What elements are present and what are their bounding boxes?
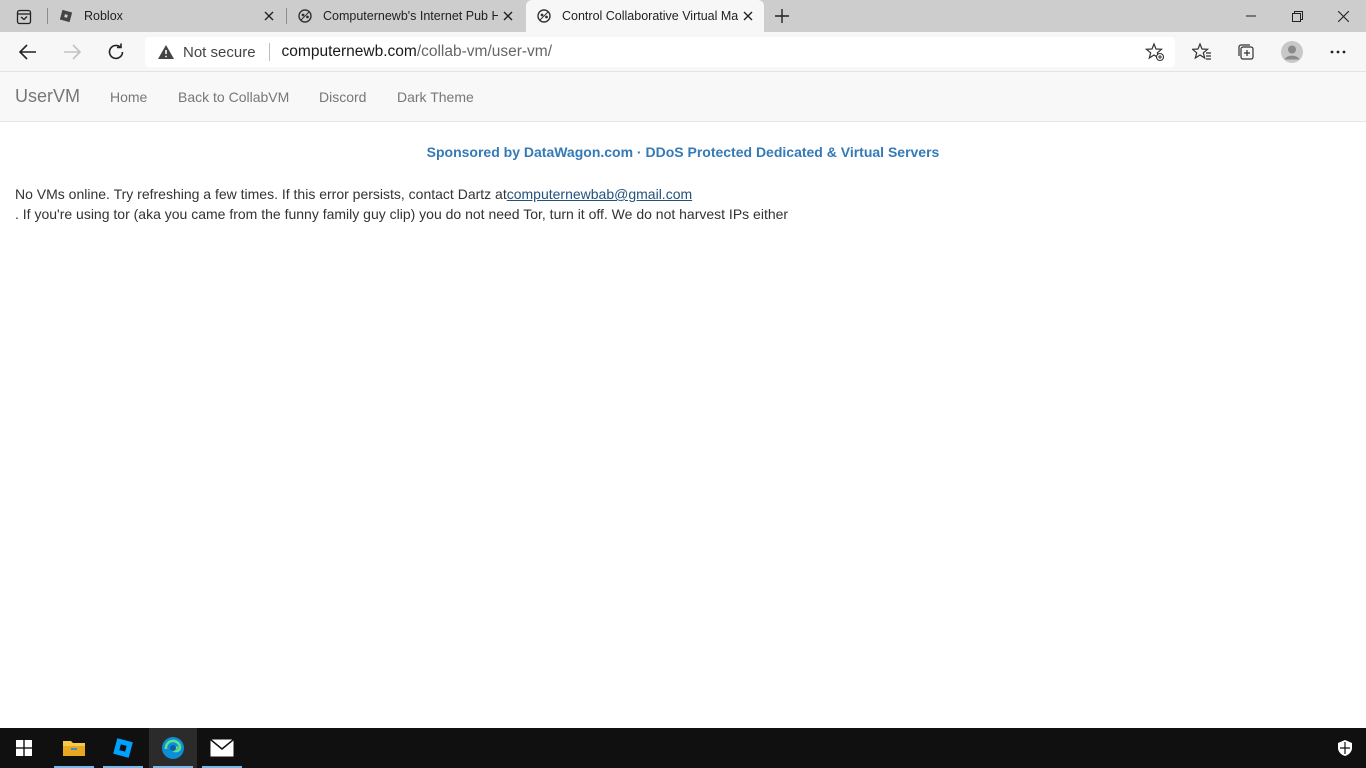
roblox-studio-icon (113, 738, 133, 758)
close-tab-icon[interactable] (498, 6, 518, 26)
taskbar-edge[interactable] (149, 728, 197, 768)
folder-icon (63, 741, 85, 756)
new-tab-button[interactable] (770, 4, 794, 28)
avatar-icon (1281, 41, 1303, 63)
message-suffix: . If you're using tor (aka you came from… (15, 206, 789, 222)
roblox-icon (58, 8, 74, 24)
minimize-button[interactable] (1228, 0, 1274, 32)
tab-computernewb-pub[interactable]: Computernewb's Internet Pub H (287, 0, 524, 32)
tab-control-collaborative-vm[interactable]: Control Collaborative Virtual Ma (526, 0, 764, 32)
nav-dark-theme[interactable]: Dark Theme (397, 89, 474, 105)
taskbar-mail[interactable] (198, 728, 246, 768)
tab-title: Computernewb's Internet Pub H (323, 9, 498, 23)
collabvm-icon (297, 8, 313, 24)
tab-strip: Roblox Computernewb's Internet Pub H Con… (0, 0, 1366, 32)
brand-link[interactable]: UserVM (15, 86, 80, 107)
close-tab-icon[interactable] (259, 6, 279, 26)
security-label[interactable]: Not secure (183, 44, 256, 61)
message-prefix: No VMs online. Try refreshing a few time… (15, 186, 507, 202)
address-divider (268, 43, 270, 61)
email-link[interactable]: computernewbab@gmail.com (507, 186, 692, 202)
windows-logo-icon (16, 740, 32, 756)
plus-icon (775, 9, 789, 23)
refresh-icon (108, 43, 124, 60)
security-shield-icon (1338, 740, 1352, 756)
minimize-icon (1246, 15, 1256, 17)
tab-title: Control Collaborative Virtual Ma (562, 9, 738, 23)
browser-toolbar: Not secure computernewb.com /collab-vm/u… (0, 32, 1366, 72)
tab-actions-icon (16, 9, 32, 25)
site-navbar: UserVM Home Back to CollabVM Discord Dar… (0, 72, 1366, 122)
profile-button[interactable] (1276, 36, 1308, 68)
tab-actions-button[interactable] (8, 5, 40, 29)
start-button[interactable] (0, 728, 48, 768)
close-tab-icon[interactable] (738, 6, 758, 26)
refresh-button[interactable] (100, 36, 132, 68)
collections-icon (1238, 44, 1254, 60)
collections-button[interactable] (1230, 36, 1262, 68)
taskbar-notification-tray[interactable] (1324, 728, 1366, 768)
nav-back-to-collabvm[interactable]: Back to CollabVM (178, 89, 289, 105)
settings-menu-button[interactable] (1322, 36, 1354, 68)
error-message: No VMs online. Try refreshing a few time… (15, 184, 1015, 224)
close-icon (1337, 10, 1349, 22)
nav-discord[interactable]: Discord (319, 89, 366, 105)
sponsor-banner[interactable]: Sponsored by DataWagon.com · DDoS Protec… (0, 144, 1366, 160)
restore-button[interactable] (1274, 0, 1320, 32)
back-button[interactable] (12, 36, 44, 68)
tab-title: Roblox (84, 9, 123, 23)
nav-home[interactable]: Home (110, 89, 147, 105)
favorites-button[interactable] (1186, 36, 1218, 68)
warning-icon (157, 43, 175, 61)
star-add-icon (1145, 42, 1165, 62)
taskbar-roblox-studio[interactable] (99, 728, 147, 768)
forward-button[interactable] (56, 36, 88, 68)
mail-icon (210, 739, 234, 757)
back-arrow-icon (19, 44, 36, 60)
add-favorite-button[interactable] (1143, 40, 1167, 64)
collabvm-icon (536, 8, 552, 24)
forward-arrow-icon (64, 44, 81, 60)
restore-icon (1291, 10, 1303, 22)
tab-roblox[interactable]: Roblox (48, 0, 285, 32)
more-icon (1330, 50, 1346, 54)
edge-icon (162, 737, 184, 759)
taskbar (0, 728, 1366, 768)
taskbar-file-explorer[interactable] (50, 728, 98, 768)
address-bar[interactable]: Not secure computernewb.com /collab-vm/u… (145, 37, 1175, 67)
url-path: /collab-vm/user-vm/ (416, 43, 553, 60)
favorites-icon (1192, 42, 1211, 60)
url-host: computernewb.com (281, 43, 417, 60)
close-window-button[interactable] (1320, 0, 1366, 32)
